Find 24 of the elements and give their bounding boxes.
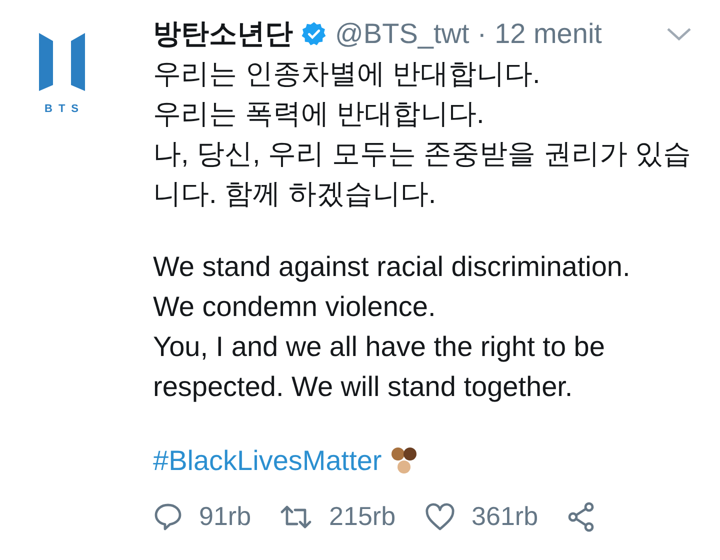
comment-icon[interactable] (153, 502, 183, 532)
tweet-text-line: 우리는 폭력에 반대합니다. (153, 97, 486, 131)
timestamp[interactable]: 12 menit (494, 14, 602, 54)
chevron-down-icon[interactable] (666, 26, 692, 42)
author-name[interactable]: 방탄소년단 (153, 14, 293, 54)
hashtag-link[interactable]: #BlackLivesMatter (153, 441, 382, 481)
avatar[interactable]: BTS (38, 33, 84, 560)
share-icon[interactable] (566, 500, 596, 532)
logo-text: BTS (44, 102, 84, 117)
tweet-text-line: 우리는 인종차별에 반대합니다. (153, 57, 542, 91)
tweet-text-line: We condemn violence. (153, 290, 437, 324)
logo-icon (38, 33, 84, 91)
raised-fists-icon (390, 446, 418, 476)
tweet-text-line: 나, 당신, 우리 모두는 존중받을 권리가 있습 (153, 137, 692, 171)
heart-icon[interactable] (424, 502, 456, 532)
tweet-text-line: respected. We will stand together. (153, 370, 574, 404)
action-count: 215rb (329, 500, 396, 533)
action-count: 91rb (199, 500, 252, 533)
tweet-text-line: 니다. 함께 하겠습니다. (153, 177, 438, 211)
action-count: 361rb (472, 500, 538, 533)
tweet-text-line: We stand against racial discrimination. (153, 250, 632, 284)
separator: · (477, 17, 487, 51)
tweet-text-line: You, I and we all have the right to be (153, 330, 606, 364)
author-handle[interactable]: @BTS_twt (335, 14, 470, 54)
